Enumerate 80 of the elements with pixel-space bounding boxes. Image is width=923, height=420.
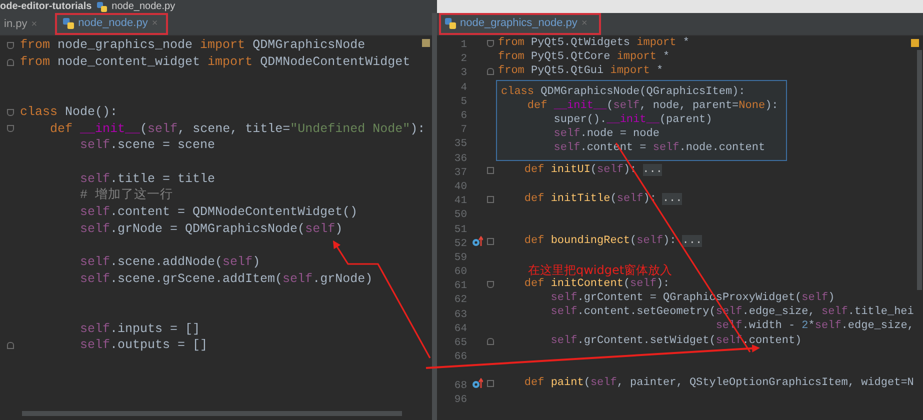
warning-marker-icon[interactable] <box>422 39 430 47</box>
code-line: from PyQt5.QtWidgets import * <box>498 38 690 49</box>
fold-icon[interactable] <box>487 280 494 288</box>
fold-icon[interactable] <box>487 68 494 75</box>
fold-icon[interactable] <box>487 338 494 345</box>
code-line: def __init__(self, node, parent=None): <box>526 100 778 112</box>
expand-icon[interactable] <box>487 196 494 203</box>
line-number: 61 <box>454 280 467 292</box>
line-number: 35 <box>454 138 467 150</box>
line-number: 7 <box>460 124 467 136</box>
fold-icon[interactable] <box>6 42 14 49</box>
python-file-icon <box>96 2 107 12</box>
editor-tab[interactable]: node_node.py × <box>55 13 168 35</box>
code-line: self.inputs = [] <box>79 322 200 336</box>
python-file-icon <box>445 18 456 28</box>
warning-marker-icon[interactable] <box>911 39 919 47</box>
line-number: 36 <box>454 152 467 165</box>
expand-icon[interactable] <box>487 167 494 174</box>
file-name[interactable]: node_node.py <box>112 0 176 12</box>
line-number: 66 <box>454 351 467 364</box>
code-line: class QDMGraphicsNode(QGraphicsItem): <box>501 86 746 98</box>
line-number: 50 <box>454 209 467 222</box>
editor-tab[interactable]: in.py × <box>0 13 48 35</box>
project-name[interactable]: ode-editor-tutorials <box>0 0 92 13</box>
code-line: def __init__(self, scene, title="Undefined Node"): <box>49 122 426 136</box>
line-number: 1 <box>460 39 467 52</box>
override-icon[interactable] <box>472 378 482 390</box>
code-line: def boundingRect(self): ... <box>523 236 702 248</box>
line-number: 5 <box>460 96 467 108</box>
python-file-icon <box>63 18 74 28</box>
line-number: 64 <box>454 322 467 335</box>
code-line: from node_content_widget import QDMNodeContentWidget <box>20 56 410 68</box>
code-line: super().__init__(parent) <box>552 114 712 126</box>
code-line: self.content = QDMNodeContentWidget() <box>79 206 358 218</box>
close-icon[interactable]: × <box>152 18 158 28</box>
code-line: self.outputs = [] <box>79 339 208 352</box>
close-icon[interactable]: × <box>31 18 38 30</box>
code-line: from node_graphics_node import QDMGraphicsNode <box>20 39 366 52</box>
code-line: from PyQt5.QtGui import * <box>498 66 664 77</box>
code-line: # 增加了这一行 <box>79 189 174 202</box>
horizontal-scrollbar[interactable] <box>22 411 402 416</box>
line-number: 96 <box>454 394 467 406</box>
line-number: 68 <box>454 380 467 392</box>
close-icon[interactable]: × <box>581 18 588 28</box>
line-number: 65 <box>454 337 467 350</box>
line-number: 63 <box>454 308 467 321</box>
code-line: self.node = node <box>552 129 660 140</box>
line-number: 60 <box>454 266 467 278</box>
code-line: class Node(): <box>20 106 118 118</box>
line-number: 51 <box>454 224 467 236</box>
vertical-scrollbar[interactable] <box>917 50 922 290</box>
line-number: 3 <box>460 67 467 80</box>
code-line: from PyQt5.QtCore import * <box>498 52 670 63</box>
override-icon[interactable] <box>472 236 482 248</box>
code-line: self.title = title <box>79 172 216 186</box>
line-number: 52 <box>454 238 467 250</box>
line-number: 59 <box>454 252 467 264</box>
fold-icon[interactable] <box>6 342 14 350</box>
fold-icon[interactable] <box>6 108 14 116</box>
annotation-text: 在这里把qwidget窗体放入 <box>528 262 672 278</box>
line-number: 40 <box>454 180 467 193</box>
code-line: self.grNode = QDMGraphicsNode(self) <box>79 222 343 236</box>
fold-icon[interactable] <box>487 40 494 47</box>
code-line: self.scene.addNode(self) <box>79 256 260 269</box>
expand-icon[interactable] <box>487 238 494 246</box>
line-number: 2 <box>460 53 467 66</box>
line-number: 37 <box>454 166 467 179</box>
expand-icon[interactable] <box>487 380 494 388</box>
code-line: def paint(self, painter, QStyleOptionGraphicsItem, widget=N <box>523 378 914 390</box>
line-number: 41 <box>454 195 467 208</box>
line-number: 4 <box>460 82 467 94</box>
fold-icon[interactable] <box>6 58 14 66</box>
code-line: self.scene = scene <box>79 139 216 152</box>
fold-icon[interactable] <box>6 125 14 132</box>
code-line: def initContent(self): <box>523 278 670 290</box>
code-line: self.scene.grScene.addItem(self.grNode) <box>79 272 373 286</box>
editor-tab[interactable]: node_graphics_node.py × <box>439 13 602 35</box>
code-line: self.grContent.setWidget(self.content) <box>550 336 802 347</box>
line-number: 6 <box>460 110 467 122</box>
line-number: 62 <box>454 294 467 306</box>
